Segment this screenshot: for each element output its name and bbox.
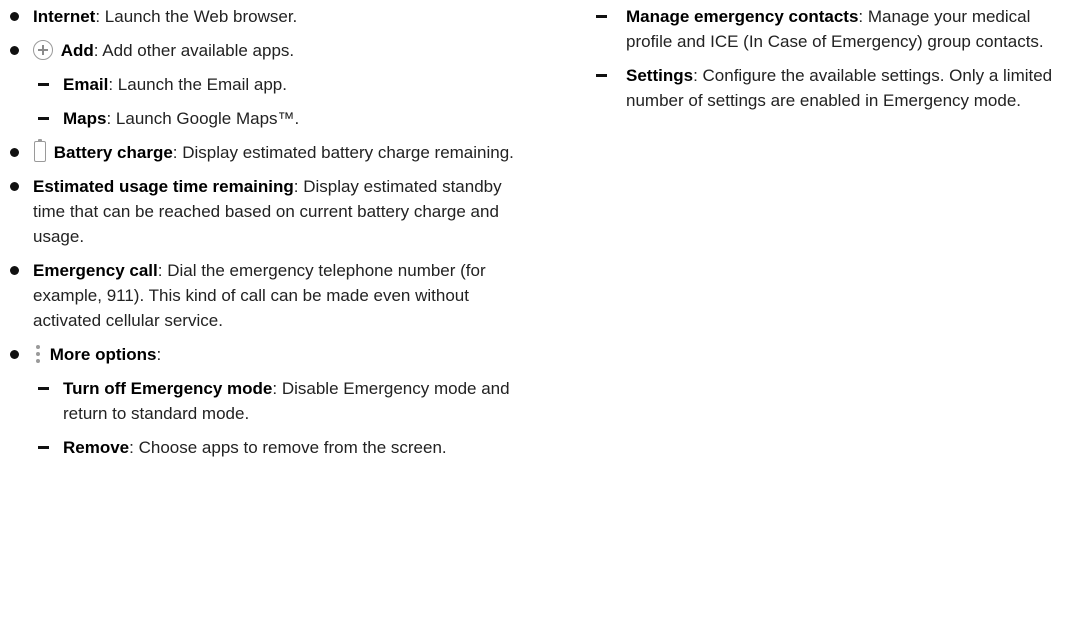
list-item-settings: Settings: Configure the available settin…: [596, 63, 1066, 113]
item-description: : Launch the Web browser.: [95, 7, 298, 26]
item-term: Remove: [63, 438, 130, 457]
item-term: Internet: [33, 7, 96, 26]
list-item-add: Add: Add other available apps.: [8, 38, 538, 63]
left-column: Internet: Launch the Web browser. Add: A…: [8, 4, 538, 469]
list-item-internet: Internet: Launch the Web browser.: [8, 4, 538, 29]
item-term: Add: [60, 41, 94, 60]
item-term: Battery charge: [53, 143, 173, 162]
battery-icon: [34, 139, 46, 162]
item-term: More options: [49, 345, 157, 364]
item-description: :: [156, 345, 162, 364]
list-item-more-options: More options:: [8, 342, 538, 367]
right-column: Manage emergency contacts: Manage your m…: [596, 4, 1066, 122]
item-description: : Display estimated battery charge remai…: [172, 143, 514, 162]
item-term: Maps: [63, 109, 107, 128]
item-description: : Add other available apps.: [93, 41, 295, 60]
item-description: : Launch the Email app.: [108, 75, 287, 94]
list-item-turn-off-emergency-mode: Turn off Emergency mode: Disable Emergen…: [8, 376, 538, 426]
item-term: Estimated usage time remaining: [33, 177, 294, 196]
item-term: Turn off Emergency mode: [63, 379, 273, 398]
list-item-emergency-call: Emergency call: Dial the emergency telep…: [8, 258, 538, 333]
item-term: Email: [63, 75, 109, 94]
list-item-maps: Maps: Launch Google Maps™.: [8, 106, 538, 131]
list-item-estimated-usage-time: Estimated usage time remaining: Display …: [8, 174, 538, 249]
item-description: : Choose apps to remove from the screen.: [129, 438, 447, 457]
item-description: : Launch Google Maps™.: [106, 109, 300, 128]
item-term: Manage emergency contacts: [626, 7, 859, 26]
list-item-manage-emergency-contacts: Manage emergency contacts: Manage your m…: [596, 4, 1066, 54]
more-options-icon: [35, 344, 41, 364]
list-item-remove: Remove: Choose apps to remove from the s…: [8, 435, 538, 460]
item-term: Settings: [626, 66, 694, 85]
add-icon: [33, 40, 53, 60]
item-term: Emergency call: [33, 261, 158, 280]
list-item-battery-charge: Battery charge: Display estimated batter…: [8, 139, 538, 165]
list-item-email: Email: Launch the Email app.: [8, 72, 538, 97]
